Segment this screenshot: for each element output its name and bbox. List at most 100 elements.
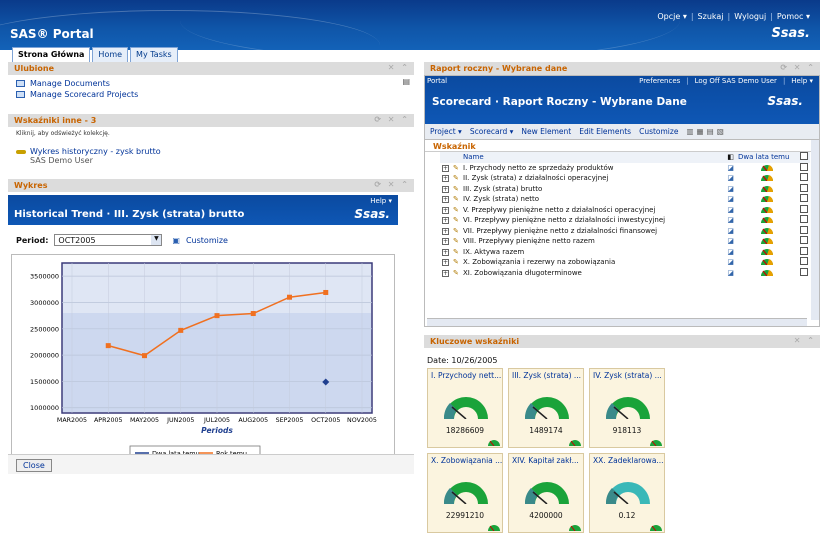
chart-icon[interactable]: ◪: [725, 268, 736, 279]
view-icons[interactable]: ▥▦▤▧: [686, 127, 726, 136]
tab-home[interactable]: Home: [92, 47, 129, 62]
chart-icon[interactable]: ◪: [725, 194, 736, 205]
row-name[interactable]: IX. Aktywa razem: [461, 247, 725, 258]
row-name[interactable]: X. Zobowiązania i rezerwy na zobowiązani…: [461, 257, 725, 268]
expand-icon[interactable]: +: [442, 185, 449, 193]
panel-controls-icon[interactable]: ✕ ⌃: [794, 336, 816, 345]
kpi-title[interactable]: XX. Zadeklarowa...: [590, 454, 664, 467]
table-row[interactable]: + ✎ X. Zobowiązania i rezerwy na zobowią…: [440, 257, 810, 268]
kpi-title[interactable]: XIV. Kapitał zakł...: [509, 454, 583, 467]
manage-documents-link[interactable]: Manage Documents: [30, 79, 110, 88]
row-checkbox[interactable]: [800, 215, 808, 224]
list-item[interactable]: Manage Scorecard Projects: [16, 90, 406, 99]
help-link[interactable]: Help ▾: [791, 77, 813, 85]
table-row[interactable]: + ✎ IV. Zysk (strata) netto ◪: [440, 194, 810, 205]
logoff-link[interactable]: Log Off SAS Demo User: [695, 77, 777, 85]
chart-icon[interactable]: ◪: [725, 236, 736, 247]
kpi-tile[interactable]: XIV. Kapitał zakł... 4200000: [508, 453, 584, 533]
kpi-tile[interactable]: IV. Zysk (strata) ... 918113: [589, 368, 665, 448]
row-checkbox[interactable]: [800, 225, 808, 234]
edit-elements-button[interactable]: Edit Elements: [579, 127, 631, 136]
customize-button[interactable]: Customize: [639, 127, 678, 136]
expand-icon[interactable]: +: [442, 248, 449, 256]
chart-icon[interactable]: ◪: [725, 173, 736, 184]
table-row[interactable]: + ✎ XI. Zobowiązania długoterminowe ◪: [440, 267, 810, 279]
table-row[interactable]: + ✎ VI. Przepływy pieniężne netto z dzia…: [440, 215, 810, 226]
list-item[interactable]: Wykres historyczny - zysk brutto: [16, 147, 406, 156]
row-checkbox[interactable]: [800, 257, 808, 266]
row-checkbox[interactable]: [800, 246, 808, 255]
manage-scorecard-link[interactable]: Manage Scorecard Projects: [30, 90, 138, 99]
horizontal-scrollbar[interactable]: [427, 318, 807, 326]
expand-icon[interactable]: +: [442, 206, 449, 214]
row-checkbox[interactable]: [800, 183, 808, 192]
row-checkbox[interactable]: [800, 162, 808, 171]
table-row[interactable]: + ✎ V. Przepływy pieniężne netto z dział…: [440, 204, 810, 216]
col-name[interactable]: Name: [461, 152, 725, 163]
row-name[interactable]: I. Przychody netto ze sprzedaży produktó…: [461, 163, 725, 174]
new-element-button[interactable]: New Element: [521, 127, 571, 136]
chart-icon[interactable]: ◪: [725, 226, 736, 237]
expand-icon[interactable]: +: [442, 238, 449, 246]
col-metric[interactable]: Dwa lata temu: [736, 152, 798, 163]
panel-controls-icon[interactable]: ⟳ ✕ ⌃: [780, 63, 816, 72]
kpi-tile[interactable]: XX. Zadeklarowa... 0.12: [589, 453, 665, 533]
edit-icon[interactable]: ▤: [402, 77, 410, 86]
close-button[interactable]: Close: [16, 459, 52, 472]
kpi-title[interactable]: I. Przychody nett...: [428, 369, 502, 382]
kpi-title[interactable]: X. Zobowiązania ...: [428, 454, 502, 467]
row-name[interactable]: XI. Zobowiązania długoterminowe: [461, 268, 725, 279]
row-name[interactable]: VI. Przepływy pieniężne netto z działaln…: [461, 215, 725, 226]
panel-controls-icon[interactable]: ⟳ ✕ ⌃: [374, 115, 410, 124]
preferences-link[interactable]: Preferences: [639, 77, 680, 85]
expand-icon[interactable]: +: [442, 269, 449, 277]
project-menu[interactable]: Project ▾: [430, 127, 462, 136]
period-select[interactable]: OCT2005 ▼: [54, 234, 163, 246]
row-name[interactable]: III. Zysk (strata) brutto: [461, 184, 725, 195]
row-checkbox[interactable]: [800, 267, 808, 276]
menu-pomoc[interactable]: Pomoc ▾: [777, 12, 810, 21]
row-name[interactable]: VII. Przepływy pieniężne netto z działal…: [461, 226, 725, 237]
kpi-tile[interactable]: III. Zysk (strata) ... 1489174: [508, 368, 584, 448]
kpi-title[interactable]: III. Zysk (strata) ...: [509, 369, 583, 382]
row-checkbox[interactable]: [800, 236, 808, 245]
wykres-link[interactable]: Wykres historyczny - zysk brutto: [30, 147, 161, 156]
table-row[interactable]: + ✎ I. Przychody netto ze sprzedaży prod…: [440, 162, 810, 174]
row-checkbox[interactable]: [800, 173, 808, 182]
scorecard-menu[interactable]: Scorecard ▾: [470, 127, 514, 136]
expand-icon[interactable]: +: [442, 259, 449, 267]
chart-icon[interactable]: ◪: [725, 215, 736, 226]
expand-icon[interactable]: +: [442, 196, 449, 204]
table-row[interactable]: + ✎ III. Zysk (strata) brutto ◪: [440, 183, 810, 195]
row-checkbox[interactable]: [800, 194, 808, 203]
chart-icon[interactable]: ◪: [725, 184, 736, 195]
tab-my-tasks[interactable]: My Tasks: [130, 47, 178, 62]
chart-icon[interactable]: ◪: [725, 257, 736, 268]
help-menu[interactable]: Help ▾: [370, 197, 392, 205]
expand-icon[interactable]: +: [442, 217, 449, 225]
kpi-tile[interactable]: I. Przychody nett... 18286609: [427, 368, 503, 448]
expand-icon[interactable]: +: [442, 175, 449, 183]
expand-icon[interactable]: +: [442, 164, 449, 172]
table-row[interactable]: + ✎ II. Zysk (strata) z działalności ope…: [440, 173, 810, 184]
menu-wyloguj[interactable]: Wyloguj: [734, 12, 766, 21]
menu-opcje[interactable]: Opcje ▾: [657, 12, 686, 21]
row-name[interactable]: II. Zysk (strata) z działalności operacy…: [461, 173, 725, 184]
expand-icon[interactable]: +: [442, 227, 449, 235]
chart-icon[interactable]: ◪: [725, 205, 736, 216]
tab-strona-glowna[interactable]: Strona Główna: [12, 47, 91, 62]
customize-link[interactable]: Customize: [186, 236, 228, 245]
row-checkbox[interactable]: [800, 204, 808, 213]
vertical-scrollbar[interactable]: [811, 140, 819, 320]
select-all-checkbox[interactable]: [800, 152, 808, 161]
kpi-title[interactable]: IV. Zysk (strata) ...: [590, 369, 664, 382]
chart-icon[interactable]: ◪: [725, 163, 736, 174]
panel-controls-icon[interactable]: ⟳ ✕ ⌃: [374, 180, 410, 189]
chart-icon[interactable]: ◪: [725, 247, 736, 258]
panel-controls-icon[interactable]: ✕ ⌃: [388, 63, 410, 72]
row-name[interactable]: V. Przepływy pieniężne netto z działalno…: [461, 205, 725, 216]
kpi-tile[interactable]: X. Zobowiązania ... 22991210: [427, 453, 503, 533]
row-name[interactable]: IV. Zysk (strata) netto: [461, 194, 725, 205]
menu-szukaj[interactable]: Szukaj: [698, 12, 724, 21]
table-row[interactable]: + ✎ IX. Aktywa razem ◪: [440, 246, 810, 258]
